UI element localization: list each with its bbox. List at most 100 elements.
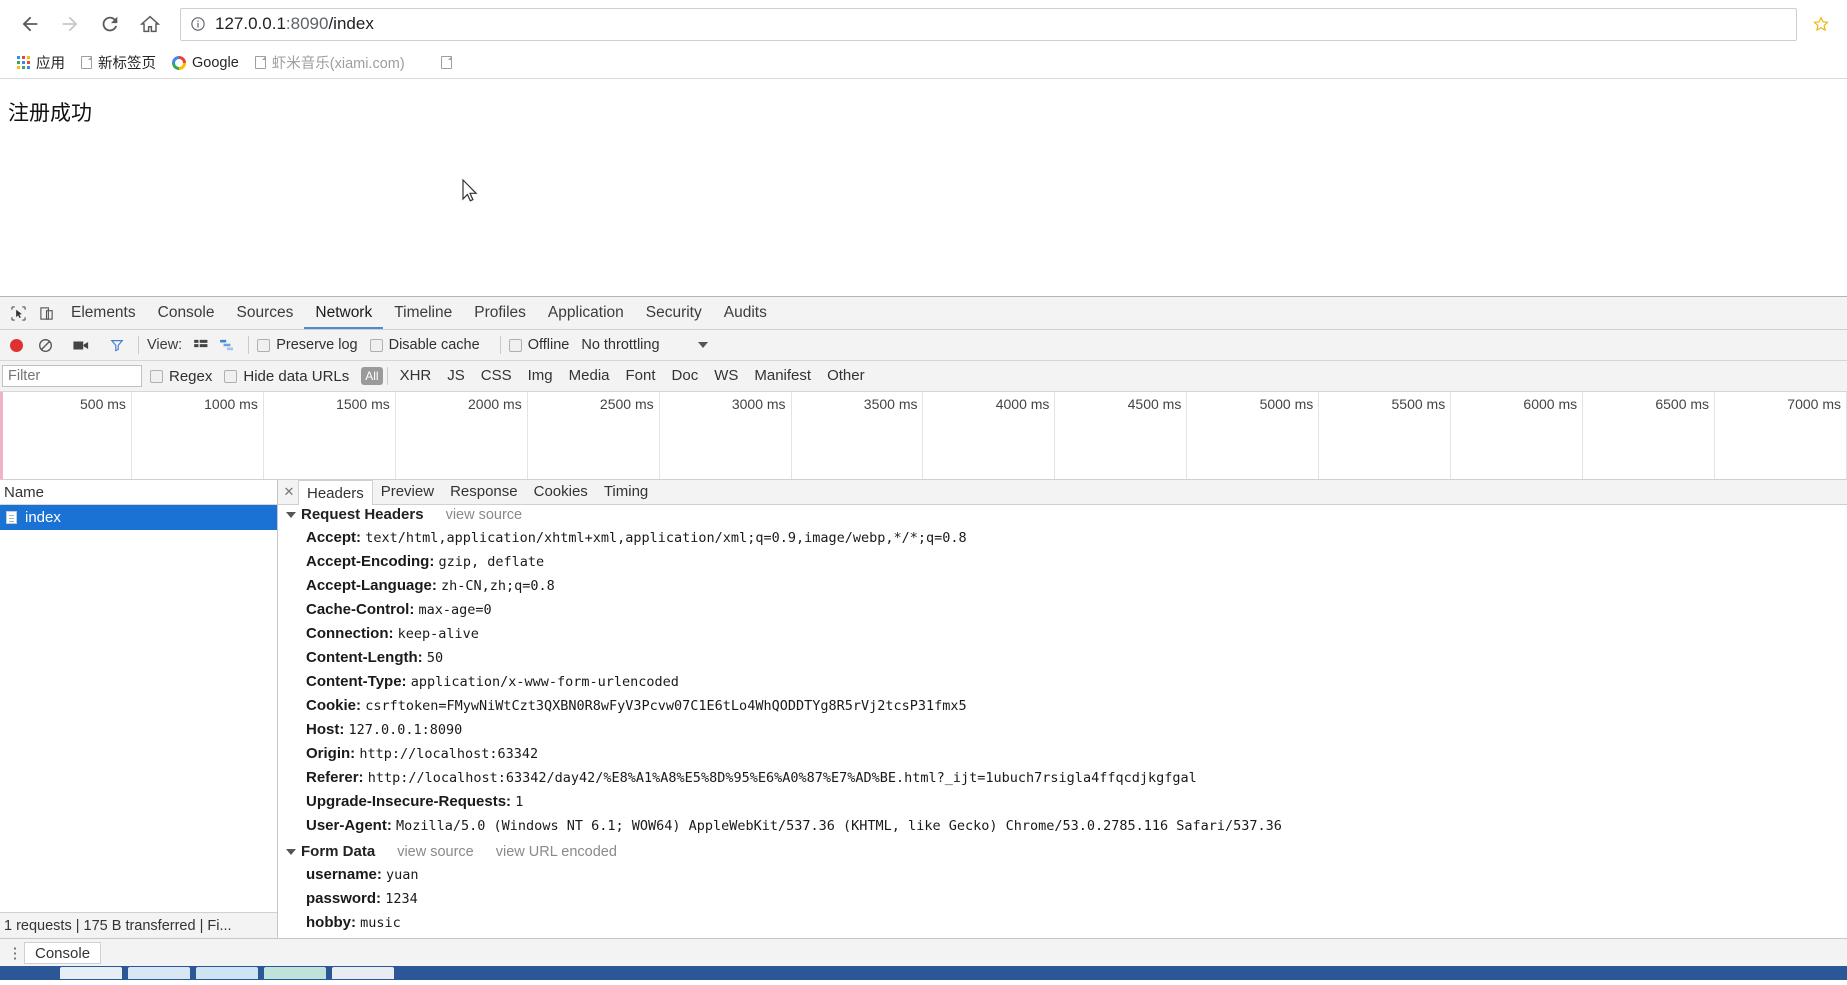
header-name: Accept-Language: [306,577,442,594]
header-value: application/x-www-form-urlencoded [410,674,679,690]
type-filter-ws[interactable]: WS [706,366,746,386]
request-header-row: Upgrade-Insecure-Requests: 1 [284,790,1847,814]
view-url-encoded-link[interactable]: view URL encoded [496,844,617,860]
taskbar-item[interactable] [332,967,394,979]
request-header-row: Content-Length: 50 [284,646,1847,670]
reload-button[interactable] [90,4,130,44]
taskbar-item[interactable] [264,967,326,979]
request-row-index[interactable]: index [0,505,277,530]
requests-column-header-name[interactable]: Name [0,480,277,505]
console-drawer: ⋮ Console [0,938,1847,966]
tab-profiles[interactable]: Profiles [463,297,537,329]
regex-checkbox[interactable]: Regex [150,368,212,385]
inspect-element-icon[interactable] [4,299,32,327]
type-filter-css[interactable]: CSS [473,366,520,386]
close-x-icon[interactable]: ✕ [280,484,298,500]
record-dot-icon[interactable] [10,338,23,352]
detail-tabbar: ✕ Headers Preview Response Cookies Timin… [278,480,1847,505]
section-title-text: Form Data [301,843,376,860]
list-view-icon[interactable] [188,332,214,358]
preserve-log-checkbox[interactable]: Preserve log [257,337,358,353]
tab-timeline[interactable]: Timeline [383,297,463,329]
info-circle-icon[interactable] [190,16,206,32]
timeline-tick: 2500 ms [528,392,660,479]
throttling-select[interactable]: No throttling [581,337,708,353]
header-name: Cookie: [306,697,366,714]
drawer-tab-console[interactable]: Console [24,941,102,964]
bookmark-item-untitled[interactable] [434,51,465,75]
offline-checkbox[interactable]: Offline [508,337,569,353]
tab-elements[interactable]: Elements [60,297,147,329]
kebab-menu-icon[interactable]: ⋮ [6,944,24,962]
timeline-tick: 2000 ms [396,392,528,479]
form-data-row: username: yuan [284,863,1847,887]
header-name: Referer: [306,769,368,786]
timeline-tick: 5500 ms [1319,392,1452,479]
request-headers-section-title[interactable]: Request Headers view source [284,505,1847,526]
taskbar-item[interactable] [60,967,122,979]
detail-tab-timing[interactable]: Timing [596,480,656,504]
form-data-row: password: 1234 [284,887,1847,911]
filter-input[interactable] [2,365,142,387]
header-value: 1 [515,794,524,810]
detail-tab-cookies[interactable]: Cookies [526,480,596,504]
timeline-tick: 3000 ms [660,392,792,479]
type-filter-doc[interactable]: Doc [664,366,707,386]
url-path: /index [328,14,374,33]
home-button[interactable] [130,4,170,44]
tab-security[interactable]: Security [635,297,713,329]
type-filter-manifest[interactable]: Manifest [746,366,819,386]
header-value: max-age=0 [418,602,492,618]
bookmark-star-button[interactable] [1805,8,1837,40]
type-filter-img[interactable]: Img [520,366,561,386]
tab-network[interactable]: Network [304,297,384,329]
detail-tab-preview[interactable]: Preview [373,480,442,504]
type-filter-xhr[interactable]: XHR [392,366,440,386]
forward-button[interactable] [50,4,90,44]
checkbox-box [150,369,163,383]
google-icon [172,55,186,70]
timeline-tick-label: 4000 ms [995,396,1050,412]
timeline-tick-label: 500 ms [80,396,126,412]
header-name: password: [306,890,386,907]
bookmark-item-apps[interactable]: 应用 [10,51,72,75]
checkbox-box [508,338,522,352]
toggle-device-toolbar-icon[interactable] [32,299,60,327]
taskbar-item[interactable] [128,967,190,979]
type-filter-font[interactable]: Font [618,366,664,386]
form-data-section-title[interactable]: Form Data view source view URL encoded [284,840,1847,863]
document-icon [81,56,92,69]
tab-application[interactable]: Application [537,297,635,329]
tab-console[interactable]: Console [147,297,226,329]
header-name: Content-Length: [306,649,427,666]
clear-prohibited-icon[interactable] [32,332,58,358]
bookmark-item-newtab[interactable]: 新标签页 [74,51,163,75]
camera-icon[interactable] [68,332,94,358]
header-value: http://localhost:63342/day42/%E8%A1%A8%E… [367,770,1197,786]
header-value: 50 [426,650,444,666]
devtools-tabbar: Elements Console Sources Network Timelin… [0,297,1847,330]
tab-sources[interactable]: Sources [226,297,305,329]
timeline-tick: 3500 ms [792,392,924,479]
waterfall-view-icon[interactable] [214,332,240,358]
view-source-link[interactable]: view source [446,507,523,523]
funnel-filter-icon[interactable] [104,332,130,358]
type-filter-all[interactable]: All [361,367,383,385]
type-filter-media[interactable]: Media [561,366,618,386]
tab-audits[interactable]: Audits [713,297,778,329]
detail-tab-response[interactable]: Response [442,480,526,504]
type-filter-js[interactable]: JS [439,366,473,386]
taskbar-item[interactable] [196,967,258,979]
detail-tab-headers[interactable]: Headers [298,480,373,505]
disable-cache-checkbox[interactable]: Disable cache [369,337,480,353]
bookmark-item-google[interactable]: Google [165,51,246,75]
back-button[interactable] [10,4,50,44]
view-source-link[interactable]: view source [397,844,474,860]
hide-data-urls-checkbox[interactable]: Hide data URLs [224,368,349,385]
request-header-row: Host: 127.0.0.1:8090 [284,718,1847,742]
network-timeline-overview[interactable]: 500 ms 1000 ms 1500 ms 2000 ms 2500 ms 3000 m… [0,392,1847,480]
bookmark-item-xiami[interactable]: 虾米音乐(xiami.com) [248,51,412,75]
checkbox-box [257,338,271,352]
type-filter-other[interactable]: Other [819,366,873,386]
address-bar[interactable]: 127.0.0.1:8090/index [180,7,1797,41]
